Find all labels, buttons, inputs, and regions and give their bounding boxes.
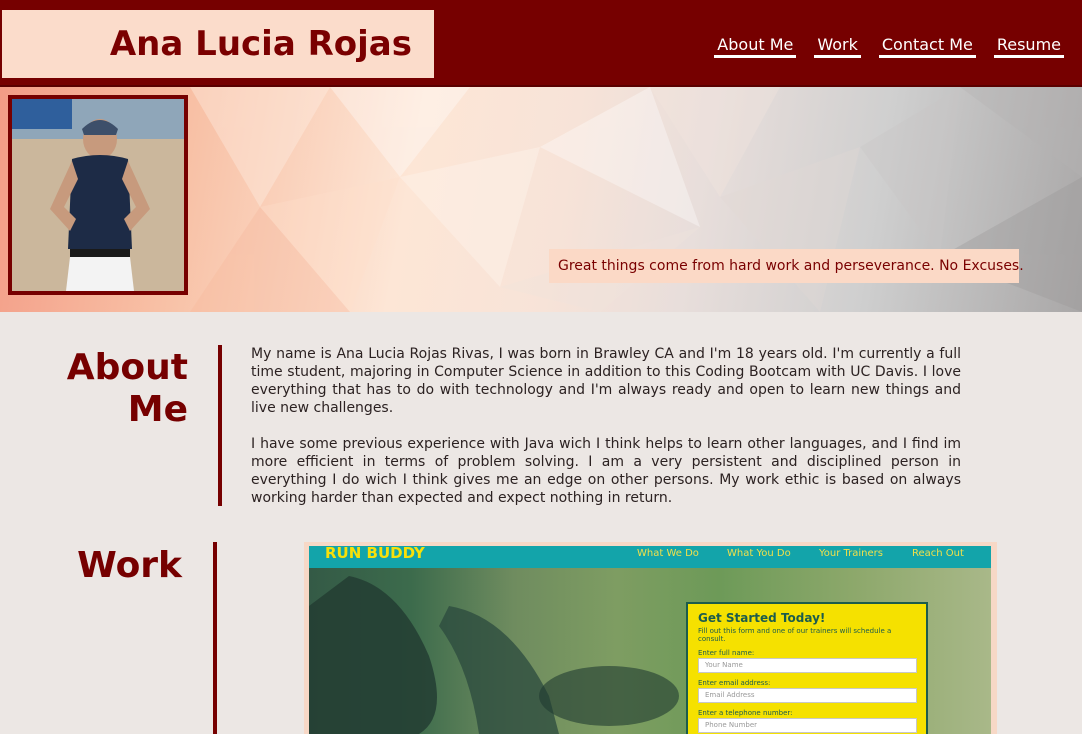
project-nav-item: Reach Out [912,548,964,559]
hero-quote: Great things come from hard work and per… [549,249,1024,283]
about-paragraph: I have some previous experience with Jav… [251,436,961,506]
form-input: Email Address [698,688,917,703]
form-label: Enter full name: [698,649,755,657]
about-heading: About Me [66,347,188,430]
hero-banner: Great things come from hard work and per… [0,87,1082,312]
project-card-run-buddy[interactable]: RUN BUDDY What We Do What You Do Your Tr… [304,542,997,734]
about-divider [218,345,222,506]
project-nav-item: Your Trainers [819,548,883,559]
nav-contact-me[interactable]: Contact Me [878,35,976,58]
project-nav-item: What We Do [637,548,699,559]
nav-work[interactable]: Work [814,35,861,58]
about-body: My name is Ana Lucia Rojas Rivas, I was … [251,345,961,525]
project-signup-form: Get Started Today! Fill out this form an… [686,602,928,734]
main-nav: About Me Work Contact Me Resume [714,35,1064,58]
project-nav-item: What You Do [727,548,791,559]
nav-about-me[interactable]: About Me [714,35,797,58]
form-title: Get Started Today! [698,611,826,625]
project-logo: RUN BUDDY [325,546,425,562]
site-header: Ana Lucia Rojas About Me Work Contact Me… [0,0,1082,87]
profile-photo [8,95,188,295]
form-subtitle: Fill out this form and one of our traine… [698,627,892,643]
work-heading: Work [77,545,182,586]
brand-box: Ana Lucia Rojas [2,10,434,78]
work-divider [213,542,217,734]
site-title: Ana Lucia Rojas [109,24,412,64]
nav-resume[interactable]: Resume [993,35,1064,58]
form-input: Your Name [698,658,917,673]
project-screenshot: RUN BUDDY What We Do What You Do Your Tr… [309,546,991,734]
form-input: Phone Number [698,718,917,733]
about-paragraph: My name is Ana Lucia Rojas Rivas, I was … [251,346,961,416]
form-label: Enter email address: [698,679,771,687]
form-label: Enter a telephone number: [698,709,793,717]
